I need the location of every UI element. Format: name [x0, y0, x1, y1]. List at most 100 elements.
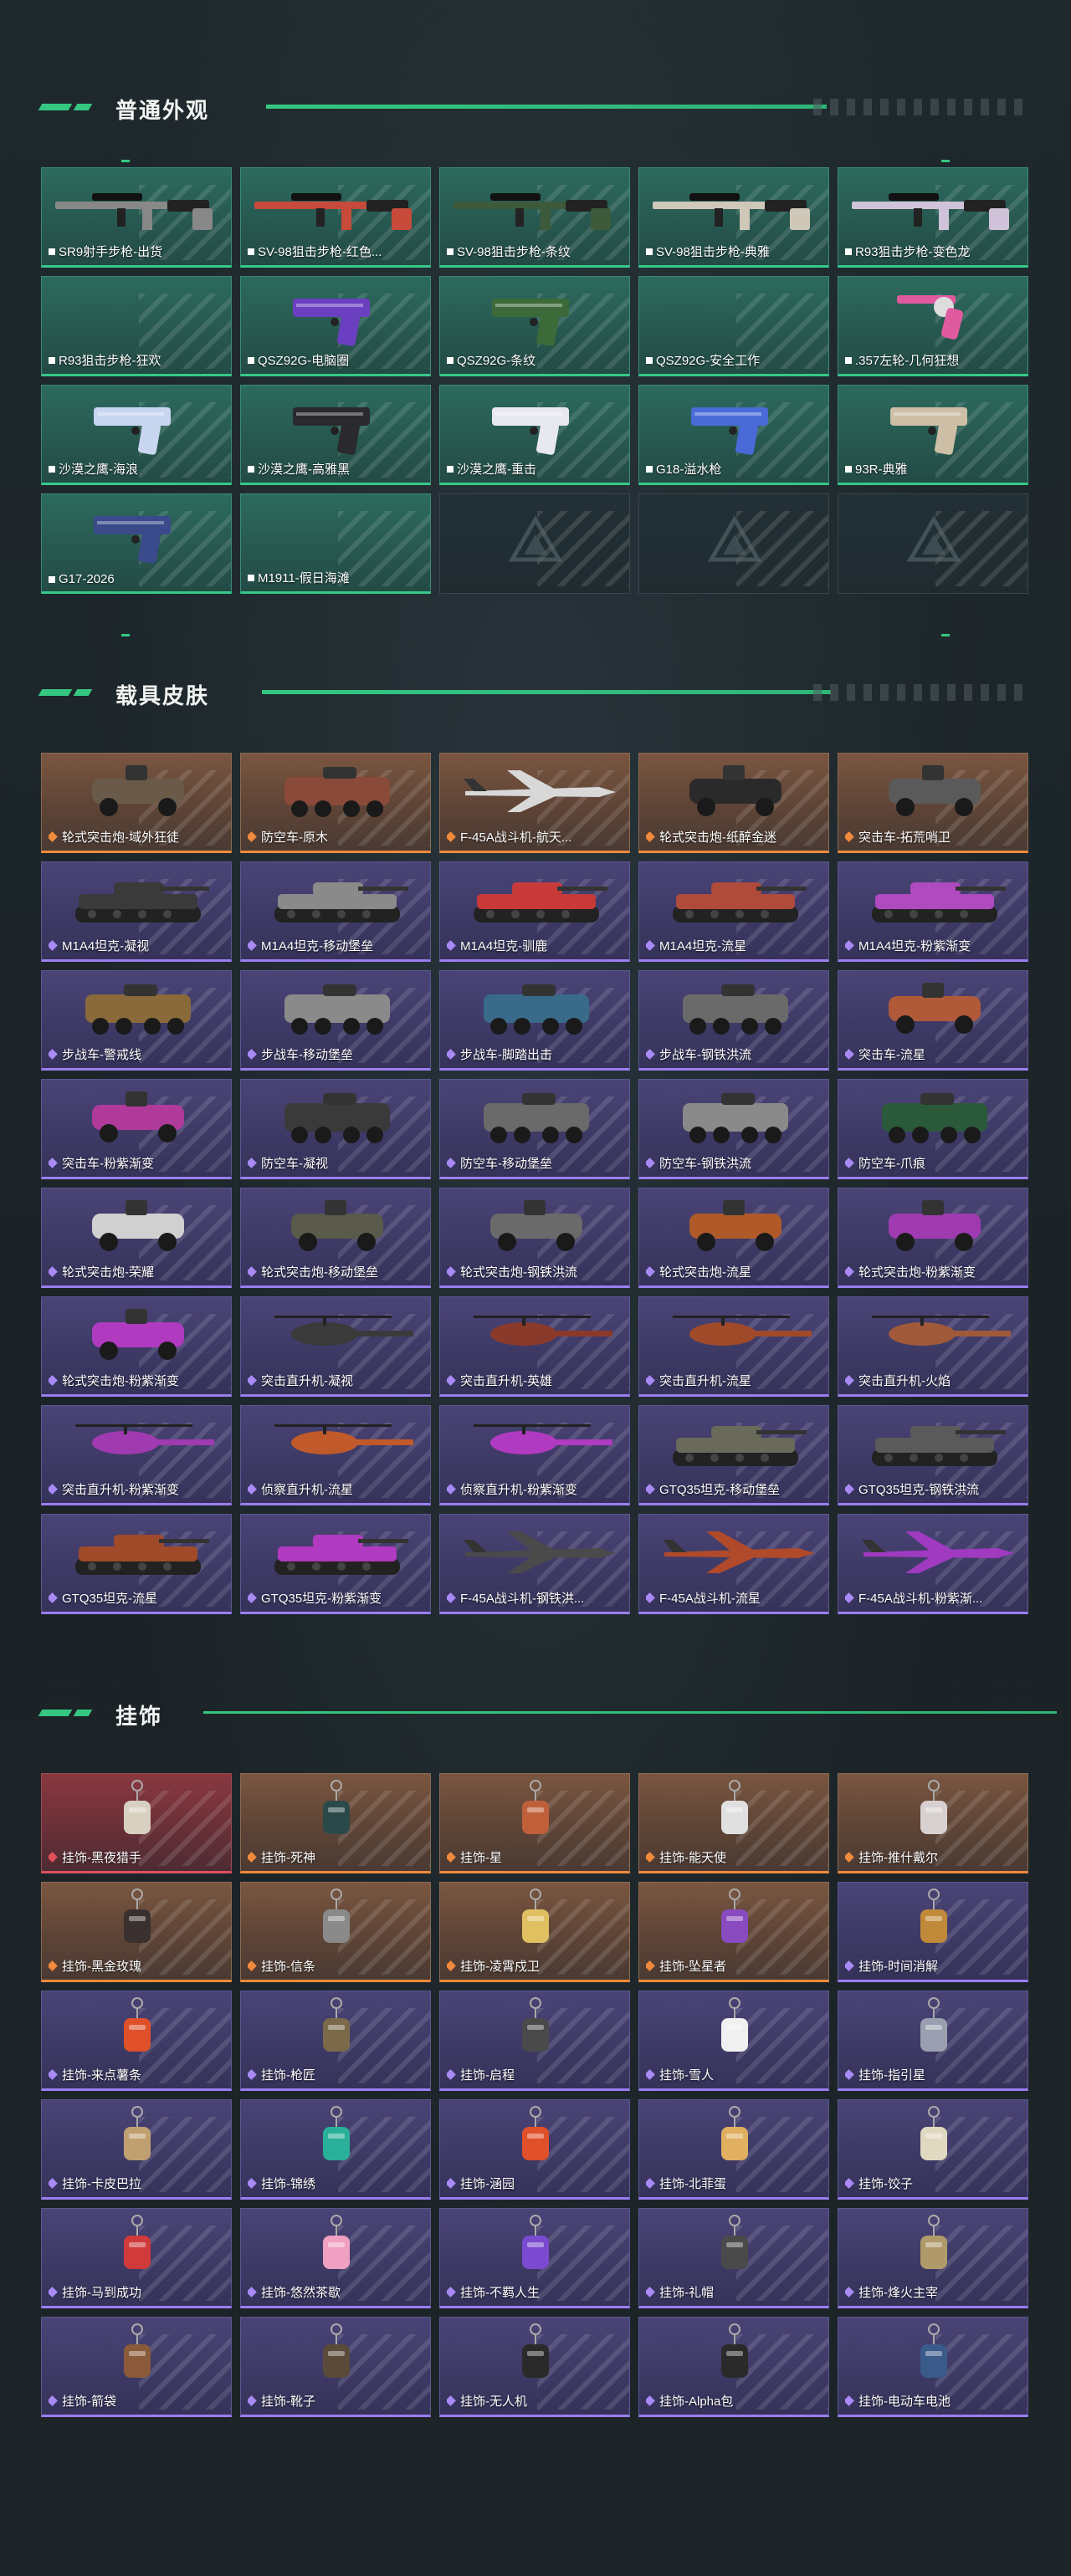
item-card[interactable]: 挂饰-礼帽	[638, 2208, 829, 2308]
rarity-diamond-icon	[248, 831, 257, 842]
item-card[interactable]: M1A4坦克-流星	[638, 861, 829, 962]
item-label-row: 挂饰-枪匠	[248, 2066, 425, 2083]
item-card[interactable]: 挂饰-饺子	[838, 2099, 1028, 2200]
item-card[interactable]: SV-98狙击步枪-条纹	[439, 167, 630, 268]
item-card[interactable]: 突击车-粉紫渐变	[41, 1079, 232, 1179]
item-card[interactable]: 挂饰-凌霄戍卫	[439, 1882, 630, 1982]
item-card[interactable]: 侦察直升机-流星	[240, 1405, 431, 1505]
item-card[interactable]: 挂饰-黑夜猎手	[41, 1773, 232, 1873]
item-card[interactable]: R93狙击步枪-狂欢	[41, 276, 232, 376]
item-card[interactable]: M1A4坦克-凝视	[41, 861, 232, 962]
item-card[interactable]: 防空车-原木	[240, 753, 431, 853]
item-card[interactable]: 突击直升机-粉紫渐变	[41, 1405, 232, 1505]
item-card[interactable]: F-45A战斗机-粉紫渐...	[838, 1514, 1028, 1614]
item-card[interactable]: 防空车-凝视	[240, 1079, 431, 1179]
item-card[interactable]: GTQ35坦克-流星	[41, 1514, 232, 1614]
item-card[interactable]: 挂饰-北菲蛋	[638, 2099, 829, 2200]
item-card[interactable]: QSZ92G-条纹	[439, 276, 630, 376]
item-label-row: F-45A战斗机-航天...	[447, 828, 624, 846]
item-card[interactable]: 步战车-移动堡垒	[240, 970, 431, 1071]
item-card[interactable]: G17-2026	[41, 493, 232, 594]
item-card[interactable]: 挂饰-不羁人生	[439, 2208, 630, 2308]
item-card[interactable]: 突击车-拓荒哨卫	[838, 753, 1028, 853]
header-accent	[38, 1710, 73, 1716]
item-card[interactable]: 步战车-警戒线	[41, 970, 232, 1071]
rarity-diamond-icon	[845, 1592, 854, 1603]
item-card[interactable]: 挂饰-涵园	[439, 2099, 630, 2200]
item-card[interactable]: .357左轮-几何狂想	[838, 276, 1028, 376]
item-card[interactable]: 防空车-移动堡垒	[439, 1079, 630, 1179]
item-card[interactable]: 93R-典雅	[838, 385, 1028, 485]
item-card[interactable]: F-45A战斗机-钢铁洪...	[439, 1514, 630, 1614]
item-card[interactable]: 挂饰-箭袋	[41, 2317, 232, 2417]
item-card[interactable]: 突击车-流星	[838, 970, 1028, 1071]
item-card[interactable]: 轮式突击炮-移动堡垒	[240, 1188, 431, 1288]
item-card[interactable]: 轮式突击炮-粉紫渐变	[838, 1188, 1028, 1288]
item-card[interactable]: 突击直升机-凝视	[240, 1296, 431, 1397]
item-card[interactable]: 挂饰-雪人	[638, 1991, 829, 2091]
item-card[interactable]: 步战车-脚踏出击	[439, 970, 630, 1071]
item-card[interactable]: 挂饰-悠然茶歇	[240, 2208, 431, 2308]
item-card[interactable]: 防空车-钢铁洪流	[638, 1079, 829, 1179]
item-card[interactable]: GTQ35坦克-移动堡垒	[638, 1405, 829, 1505]
item-card[interactable]: 挂饰-锦绣	[240, 2099, 431, 2200]
item-card[interactable]: 轮式突击炮-粉紫渐变	[41, 1296, 232, 1397]
item-card[interactable]: 侦察直升机-粉紫渐变	[439, 1405, 630, 1505]
item-card[interactable]: 挂饰-电动车电池	[838, 2317, 1028, 2417]
item-card[interactable]: 沙漠之鹰-海浪	[41, 385, 232, 485]
item-card[interactable]: F-45A战斗机-流星	[638, 1514, 829, 1614]
item-card[interactable]: M1A4坦克-移动堡垒	[240, 861, 431, 962]
item-card[interactable]: 沙漠之鹰-高雅黑	[240, 385, 431, 485]
item-card[interactable]: G18-溢水枪	[638, 385, 829, 485]
item-card[interactable]: 挂饰-枪匠	[240, 1991, 431, 2091]
item-card[interactable]: 轮式突击炮-荣耀	[41, 1188, 232, 1288]
item-card[interactable]: 轮式突击炮-流星	[638, 1188, 829, 1288]
item-card[interactable]: GTQ35坦克-钢铁洪流	[838, 1405, 1028, 1505]
rarity-diamond-icon	[49, 2069, 58, 2080]
item-card[interactable]: 挂饰-时间消解	[838, 1882, 1028, 1982]
item-card[interactable]: SV-98狙击步枪-红色...	[240, 167, 431, 268]
item-card[interactable]: 挂饰-能天使	[638, 1773, 829, 1873]
item-card[interactable]: 挂饰-启程	[439, 1991, 630, 2091]
item-card[interactable]: GTQ35坦克-粉紫渐变	[240, 1514, 431, 1614]
item-card[interactable]: 突击直升机-流星	[638, 1296, 829, 1397]
empty-slot	[439, 493, 630, 594]
item-card[interactable]: 挂饰-卡皮巴拉	[41, 2099, 232, 2200]
item-card[interactable]: F-45A战斗机-航天...	[439, 753, 630, 853]
item-card[interactable]: 挂饰-坠星者	[638, 1882, 829, 1982]
item-card[interactable]: M1A4坦克-粉紫渐变	[838, 861, 1028, 962]
item-card[interactable]: SR9射手步枪-出货	[41, 167, 232, 268]
corner-tick	[121, 160, 130, 162]
item-card[interactable]: 挂饰-死神	[240, 1773, 431, 1873]
item-card[interactable]: R93狙击步枪-变色龙	[838, 167, 1028, 268]
rarity-diamond-icon	[248, 2178, 257, 2189]
item-card[interactable]: 挂饰-靴子	[240, 2317, 431, 2417]
item-card[interactable]: 挂饰-信条	[240, 1882, 431, 1982]
item-card[interactable]: 挂饰-无人机	[439, 2317, 630, 2417]
item-card[interactable]: 挂饰-Alpha包	[638, 2317, 829, 2417]
item-card[interactable]: 挂饰-马到成功	[41, 2208, 232, 2308]
rarity-diamond-icon	[447, 1960, 456, 1971]
item-card[interactable]: 挂饰-烽火主宰	[838, 2208, 1028, 2308]
item-card[interactable]: 步战车-钢铁洪流	[638, 970, 829, 1071]
item-card[interactable]: 挂饰-黑金玫瑰	[41, 1882, 232, 1982]
item-card[interactable]: 轮式突击炮-纸醉金迷	[638, 753, 829, 853]
item-card[interactable]: 防空车-爪痕	[838, 1079, 1028, 1179]
item-card[interactable]: 挂饰-指引星	[838, 1991, 1028, 2091]
item-card[interactable]: QSZ92G-电脑圈	[240, 276, 431, 376]
item-card[interactable]: 沙漠之鹰-重击	[439, 385, 630, 485]
item-card[interactable]: QSZ92G-安全工作	[638, 276, 829, 376]
item-card[interactable]: 轮式突击炮-域外狂徒	[41, 753, 232, 853]
item-card[interactable]: 轮式突击炮-钢铁洪流	[439, 1188, 630, 1288]
rarity-diamond-icon	[49, 1852, 58, 1863]
item-card[interactable]: M1A4坦克-驯鹿	[439, 861, 630, 962]
item-card[interactable]: 突击直升机-英雄	[439, 1296, 630, 1397]
item-card[interactable]: 突击直升机-火焰	[838, 1296, 1028, 1397]
item-label-row: 轮式突击炮-粉紫渐变	[49, 1372, 226, 1389]
item-card[interactable]: 挂饰-推什戴尔	[838, 1773, 1028, 1873]
item-card[interactable]: SV-98狙击步枪-典雅	[638, 167, 829, 268]
header-bar	[203, 1711, 1057, 1714]
item-card[interactable]: 挂饰-星	[439, 1773, 630, 1873]
item-card[interactable]: 挂饰-来点薯条	[41, 1991, 232, 2091]
item-card[interactable]: M1911-假日海滩	[240, 493, 431, 594]
